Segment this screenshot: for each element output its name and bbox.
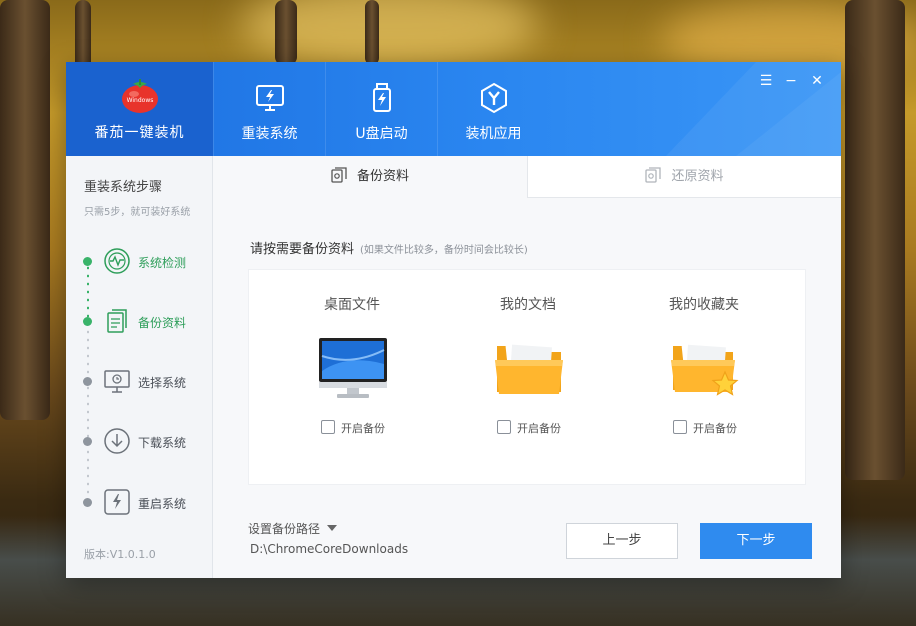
backup-desktop-checkbox[interactable] <box>321 420 335 434</box>
tab-restore-data[interactable]: 还原资料 <box>527 156 841 198</box>
tab-backup-data[interactable]: 备份资料 <box>213 156 527 198</box>
backup-item-documents: 我的文档 开启备份 <box>435 270 621 486</box>
document-icon <box>107 309 127 333</box>
backup-icon <box>331 167 347 183</box>
tab-backup-label: 备份资料 <box>356 169 409 184</box>
step-label: 系统检测 <box>138 256 187 270</box>
backup-item-title: 我的收藏夹 <box>669 297 739 313</box>
close-icon[interactable]: ✕ <box>809 73 825 89</box>
backup-options-card: 桌面文件 开启备份 我的文档 开启备份 我的收藏夹 开启备份 <box>248 269 806 485</box>
scan-icon <box>104 248 130 274</box>
backup-path-selector[interactable]: 设置备份路径 <box>248 520 320 537</box>
favorites-folder-icon <box>671 342 739 396</box>
step-status-dot <box>83 317 92 326</box>
tab-restore-label: 还原资料 <box>671 169 724 184</box>
step-status-dot <box>83 437 92 446</box>
backup-documents-checkbox-label[interactable]: 开启备份 <box>517 420 561 436</box>
step-status-dot <box>83 377 92 386</box>
backup-hint: (如果文件比较多，备份时间会比较长) <box>360 245 528 256</box>
monitor-lightning-icon <box>256 85 284 111</box>
tab-usb-boot[interactable]: U盘启动 <box>325 62 437 156</box>
desktop-monitor-icon <box>319 338 387 398</box>
app-title: 番茄一键装机 <box>94 125 185 141</box>
brand-area: Windows 番茄一键装机 <box>66 62 213 156</box>
step-label: 备份资料 <box>138 316 187 330</box>
steps-sidebar: 重装系统步骤 只需5步，就可装好系统 系统检测 备份资料 选择系统 下载系统 重… <box>66 156 213 578</box>
backup-heading-text: 请按需要备份资料 <box>250 242 355 257</box>
step-backup-data: 备份资料 <box>82 306 207 338</box>
backup-item-desktop: 桌面文件 开启备份 <box>259 270 445 486</box>
backup-heading: 请按需要备份资料 (如果文件比较多，备份时间会比较长) <box>250 238 528 257</box>
minimize-icon[interactable]: − <box>783 73 799 89</box>
tomato-logo-icon: Windows <box>122 79 158 113</box>
sidebar-title: 重装系统步骤 <box>84 180 163 195</box>
backup-favorites-checkbox[interactable] <box>673 420 687 434</box>
restart-icon <box>104 489 130 515</box>
previous-step-button[interactable]: 上一步 <box>566 523 678 559</box>
backup-favorites-checkbox-label[interactable]: 开启备份 <box>693 420 737 436</box>
folder-icon <box>495 341 563 394</box>
backup-documents-checkbox[interactable] <box>497 420 511 434</box>
step-system-check: 系统检测 <box>82 246 207 278</box>
tab-reinstall-system[interactable]: 重装系统 <box>213 62 325 156</box>
backup-item-title: 我的文档 <box>500 297 556 313</box>
restore-icon <box>645 167 662 183</box>
svg-text:Windows: Windows <box>127 97 154 104</box>
installer-window: Windows 番茄一键装机 重装系统 U盘启动 装机应用 ☰ − ✕ 重装系统… <box>66 62 841 578</box>
usb-lightning-icon <box>373 83 391 112</box>
monitor-icon <box>104 370 130 393</box>
backup-item-favorites: 我的收藏夹 开启备份 <box>611 270 797 486</box>
tab-usb-boot-label: U盘启动 <box>355 126 408 142</box>
step-download-system: 下载系统 <box>82 426 207 458</box>
hexagon-y-icon <box>481 82 507 114</box>
step-select-system: 选择系统 <box>82 366 207 398</box>
step-label: 选择系统 <box>138 376 187 390</box>
step-status-dot <box>83 257 92 266</box>
header-decoration <box>666 62 841 156</box>
backup-path-value: D:\ChromeCoreDownloads <box>250 542 409 556</box>
version-label: 版本:V1.0.1.0 <box>84 548 156 561</box>
main-content: 备份资料 还原资料 请按需要备份资料 (如果文件比较多，备份时间会比较长) 桌面文… <box>213 156 841 578</box>
backup-item-title: 桌面文件 <box>324 297 380 313</box>
next-step-button[interactable]: 下一步 <box>700 523 812 559</box>
sidebar-subtitle: 只需5步，就可装好系统 <box>84 207 191 218</box>
tab-install-apps[interactable]: 装机应用 <box>437 62 549 156</box>
caret-down-icon[interactable] <box>327 525 337 531</box>
tab-reinstall-system-label: 重装系统 <box>241 126 298 142</box>
menu-icon[interactable]: ☰ <box>758 73 774 89</box>
download-icon <box>104 428 130 454</box>
step-label: 下载系统 <box>138 436 187 450</box>
step-restart-system: 重启系统 <box>82 487 207 519</box>
top-navigation-bar: Windows 番茄一键装机 重装系统 U盘启动 装机应用 ☰ − ✕ <box>66 62 841 156</box>
step-label: 重启系统 <box>138 497 187 511</box>
step-status-dot <box>83 498 92 507</box>
backup-desktop-checkbox-label[interactable]: 开启备份 <box>341 420 385 436</box>
tab-install-apps-label: 装机应用 <box>465 126 522 142</box>
